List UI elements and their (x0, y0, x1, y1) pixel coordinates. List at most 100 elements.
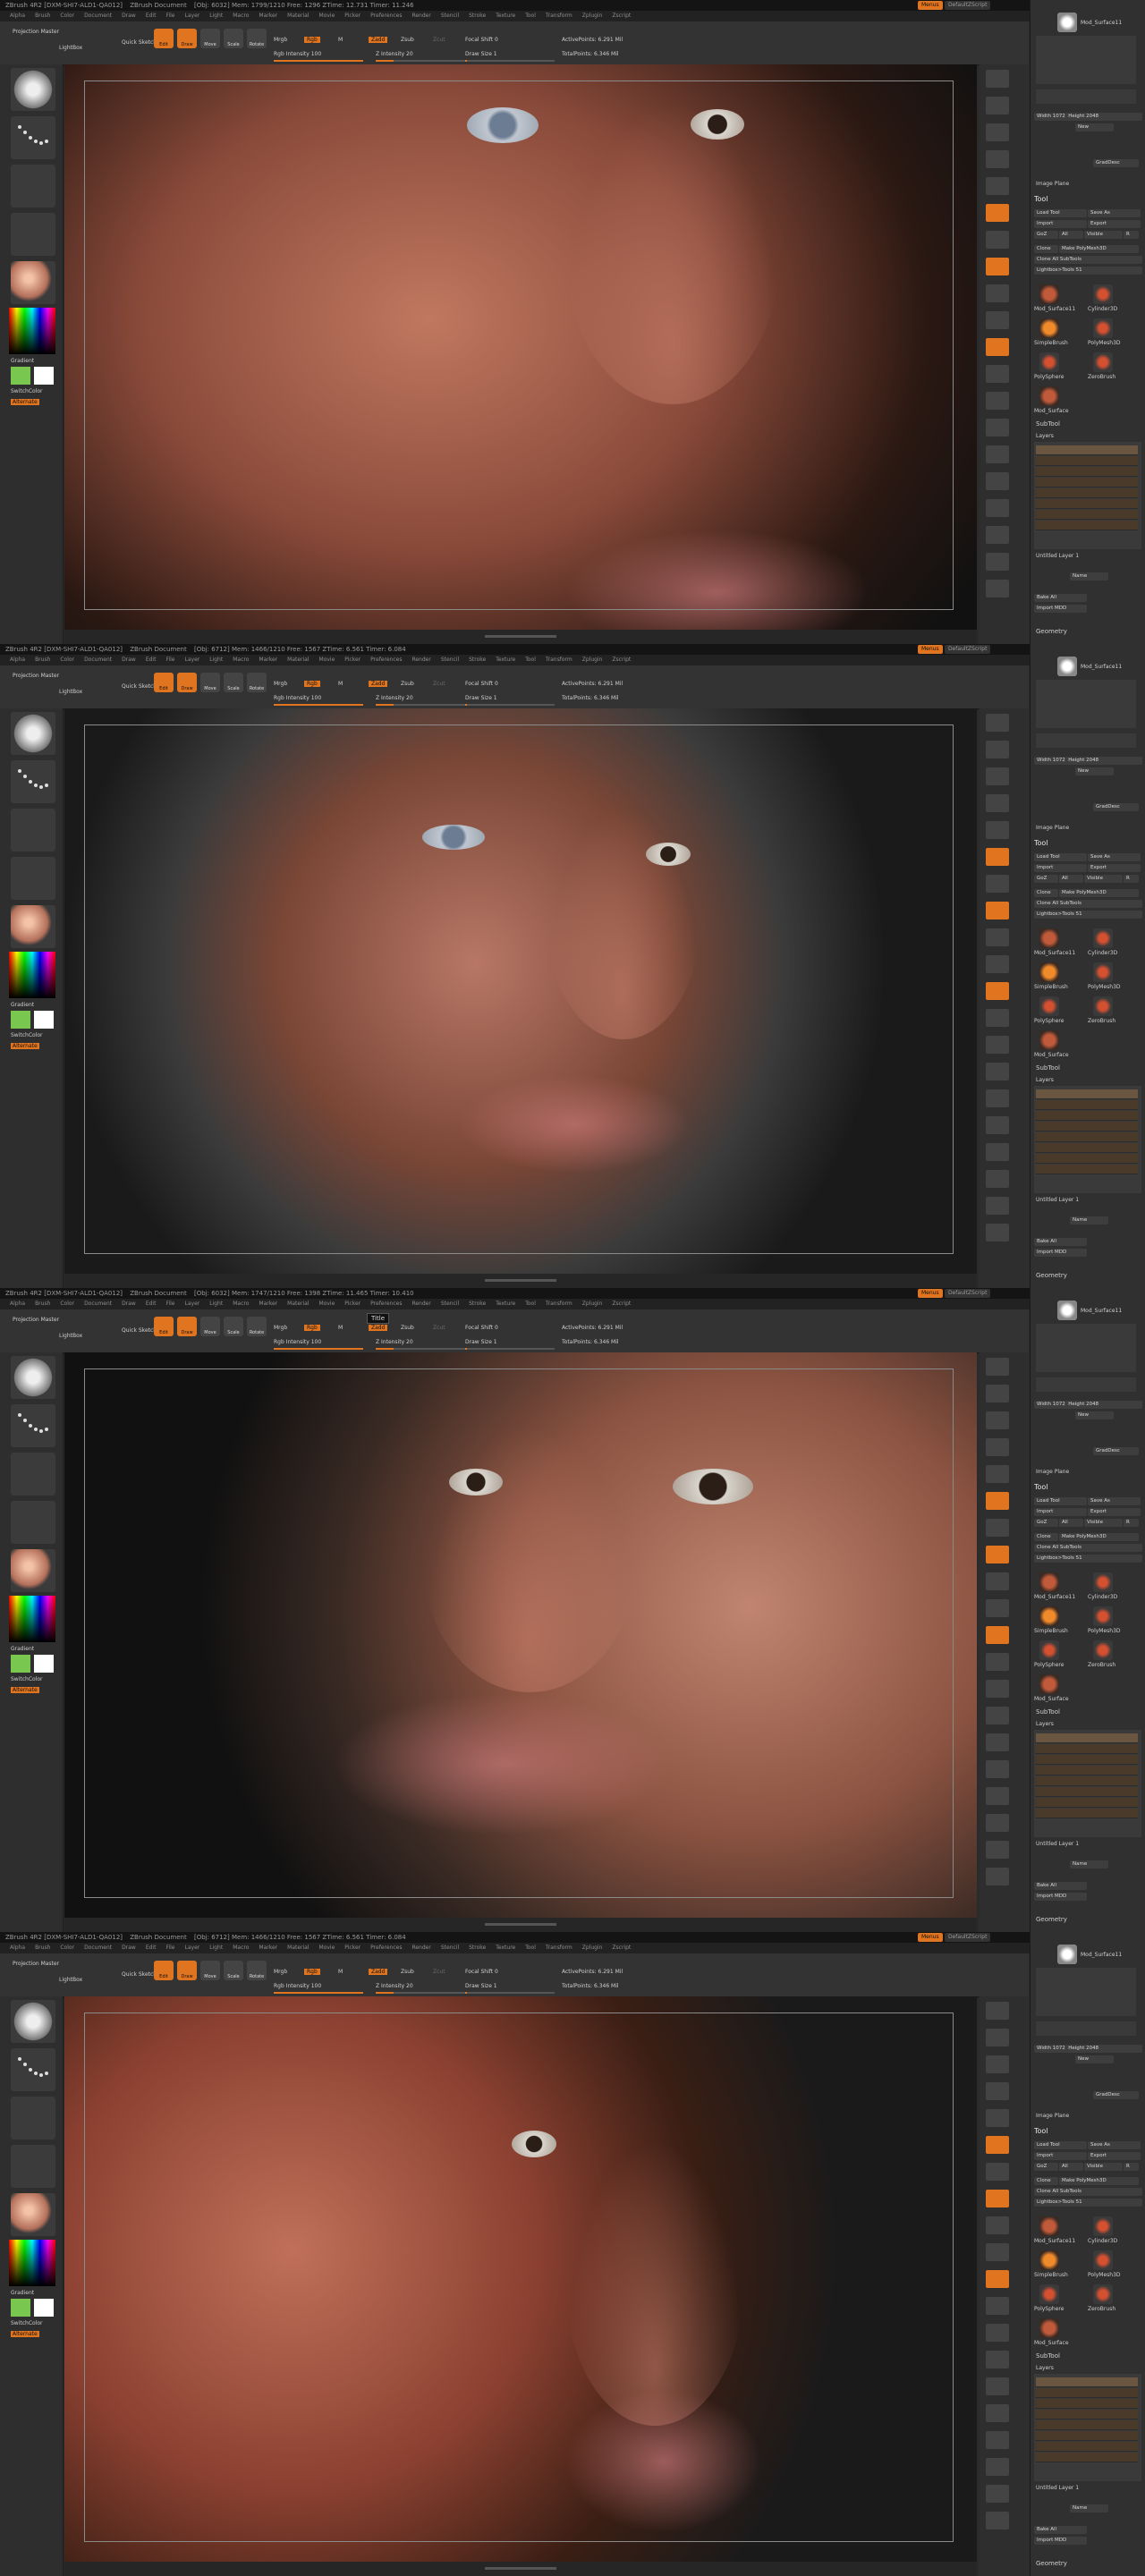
menu-item-tool[interactable]: Tool (525, 657, 536, 663)
layer-row[interactable] (1036, 2431, 1138, 2441)
new-document-button[interactable]: New (1075, 767, 1114, 775)
document-size-fields[interactable]: Width 1072 Height 2048 (1034, 113, 1142, 121)
shelf-floor-button[interactable] (986, 2190, 1009, 2207)
menu-item-brush[interactable]: Brush (35, 13, 50, 19)
save-as-button[interactable]: Save As (1088, 853, 1141, 861)
shelf-scroll-button[interactable] (986, 1411, 1009, 1429)
shelf-ghost-button[interactable] (986, 1814, 1009, 1832)
load-tool-button[interactable]: Load Tool (1034, 853, 1087, 861)
draw-size-slider[interactable]: Draw Size 1 (465, 51, 497, 57)
new-document-button[interactable]: New (1075, 2055, 1114, 2063)
tool-thumbnail[interactable] (1039, 1606, 1059, 1626)
shelf-spix-button[interactable] (986, 741, 1009, 758)
shelf-bpr-button[interactable] (986, 70, 1009, 88)
new-document-button[interactable]: New (1075, 123, 1114, 131)
menu-item-preferences[interactable]: Preferences (370, 1301, 402, 1307)
alpha-preview-icon[interactable] (11, 809, 55, 852)
material-preview-icon[interactable] (11, 1549, 55, 1592)
z-intensity-track[interactable] (376, 1348, 465, 1350)
menu-item-render[interactable]: Render (411, 13, 430, 19)
menu-item-material[interactable]: Material (287, 1945, 309, 1951)
quick-sketch-button[interactable]: Quick Sketch (122, 39, 157, 46)
menu-item-file[interactable]: File (165, 657, 174, 663)
rgb-intensity-track[interactable] (274, 1348, 363, 1350)
zsub-button[interactable]: Zsub (401, 37, 414, 43)
r-button[interactable]: R (1124, 231, 1139, 239)
visible-button[interactable]: Visible (1084, 875, 1123, 883)
shelf-lsym-button[interactable] (986, 955, 1009, 973)
document-size-fields[interactable]: Width 1072 Height 2048 (1034, 2045, 1142, 2053)
stroke-preview-icon[interactable] (11, 760, 55, 803)
document-canvas[interactable] (64, 1996, 977, 2562)
layer-row[interactable] (1036, 1089, 1138, 1099)
focal-shift-slider[interactable]: Focal Shift 0 (465, 37, 498, 43)
bake-all-button[interactable]: Bake All (1034, 1238, 1087, 1246)
alpha-preview-icon[interactable] (11, 2097, 55, 2140)
layers-list[interactable] (1034, 1086, 1141, 1193)
geometry-header[interactable]: Geometry (1036, 1272, 1067, 1279)
zcut-button[interactable]: Zcut (433, 37, 445, 43)
layers-list[interactable] (1034, 2374, 1141, 2481)
menu-item-material[interactable]: Material (287, 657, 309, 663)
current-tool-thumbnail[interactable] (1057, 657, 1077, 676)
shelf-floor-button[interactable] (986, 258, 1009, 275)
shelf-ghost-button[interactable] (986, 1170, 1009, 1188)
geometry-header[interactable]: Geometry (1036, 1916, 1067, 1923)
shelf-rotate-button[interactable] (986, 1733, 1009, 1751)
menu-item-render[interactable]: Render (411, 1945, 430, 1951)
layer-row[interactable] (1036, 2453, 1138, 2462)
tool-thumbnail[interactable] (1093, 2216, 1113, 2236)
quick-sketch-button[interactable]: Quick Sketch (122, 1327, 157, 1334)
menu-item-picker[interactable]: Picker (344, 657, 360, 663)
gradient-dropdown[interactable]: GradDesc (1093, 159, 1139, 167)
current-tool-thumbnail[interactable] (1057, 13, 1077, 32)
menu-item-file[interactable]: File (165, 1945, 174, 1951)
layer-row[interactable] (1036, 510, 1138, 520)
menu-item-document[interactable]: Document (84, 657, 112, 663)
shelf-scale-button[interactable] (986, 2351, 1009, 2368)
menu-item-movie[interactable]: Movie (319, 657, 335, 663)
menu-item-render[interactable]: Render (411, 1301, 430, 1307)
layer-row[interactable] (1036, 499, 1138, 509)
menu-item-preferences[interactable]: Preferences (370, 13, 402, 19)
menu-item-zscript[interactable]: Zscript (612, 1945, 631, 1951)
bake-all-button[interactable]: Bake All (1034, 594, 1087, 602)
import-mdd-button[interactable]: Import MDD (1034, 1893, 1087, 1901)
tool-thumbnail[interactable] (1093, 928, 1113, 948)
rgb-intensity-slider[interactable]: Rgb Intensity 100 (274, 695, 321, 701)
layer-row[interactable] (1036, 1755, 1138, 1765)
layers-list[interactable] (1034, 1730, 1141, 1837)
main-color-swatch[interactable] (11, 367, 30, 385)
menu-item-texture[interactable]: Texture (496, 657, 515, 663)
scale-button[interactable]: Scale (224, 1317, 243, 1336)
shelf-local-button[interactable] (986, 1572, 1009, 1590)
texture-preview-icon[interactable] (11, 1501, 55, 1544)
menu-item-zplugin[interactable]: Zplugin (582, 1301, 603, 1307)
shelf-spix-button[interactable] (986, 97, 1009, 114)
alternate-button[interactable]: Alternate (11, 399, 39, 405)
draw-size-slider[interactable]: Draw Size 1 (465, 1339, 497, 1345)
draw-size-slider[interactable]: Draw Size 1 (465, 1983, 497, 1989)
menu-item-document[interactable]: Document (84, 13, 112, 19)
tool-thumbnail[interactable] (1093, 352, 1113, 372)
tool-thumbnail[interactable] (1039, 2318, 1059, 2338)
tool-thumbnail[interactable] (1039, 962, 1059, 982)
menu-item-document[interactable]: Document (84, 1301, 112, 1307)
color-picker[interactable] (9, 2240, 55, 2286)
menu-item-preferences[interactable]: Preferences (370, 1945, 402, 1951)
shelf-spix-button[interactable] (986, 1385, 1009, 1402)
mrgb-button[interactable]: Mrgb (274, 681, 287, 687)
layer-row[interactable] (1036, 2410, 1138, 2419)
canvas-scroll-handle[interactable] (485, 1279, 556, 1282)
document-size-fields[interactable]: Width 1072 Height 2048 (1034, 1401, 1142, 1409)
tool-thumbnail[interactable] (1093, 284, 1113, 304)
texture-preview-icon[interactable] (11, 2145, 55, 2188)
clone-button[interactable]: Clone (1034, 1533, 1058, 1541)
edit-button[interactable]: Edit (154, 1961, 174, 1980)
menu-item-layer[interactable]: Layer (185, 1301, 200, 1307)
menu-item-preferences[interactable]: Preferences (370, 657, 402, 663)
brush-preview-icon[interactable] (11, 1356, 55, 1399)
import-button[interactable]: Import (1034, 1508, 1087, 1516)
menu-item-edit[interactable]: Edit (146, 1301, 157, 1307)
shelf-solo-button[interactable] (986, 553, 1009, 571)
